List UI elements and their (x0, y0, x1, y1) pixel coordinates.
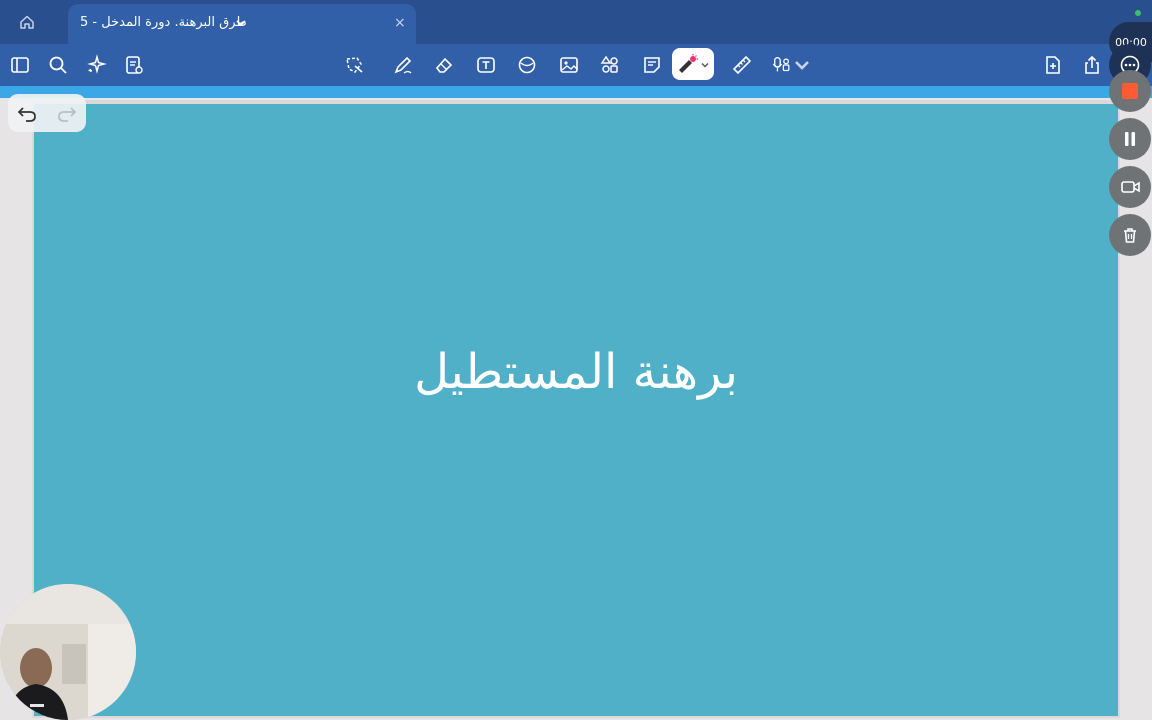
undo-icon[interactable] (16, 103, 38, 125)
add-page-icon (1046, 56, 1060, 74)
home-button[interactable] (14, 9, 40, 35)
notes-settings-button[interactable] (122, 53, 146, 77)
share-button[interactable] (1080, 53, 1104, 77)
laser-pointer-tool[interactable] (672, 48, 714, 80)
audio-record-tool[interactable] (772, 53, 812, 77)
text-box-icon (477, 57, 495, 73)
notes-settings-icon (126, 56, 143, 74)
share-icon (1085, 55, 1099, 74)
elements-tool[interactable] (598, 53, 622, 77)
shape-icon (518, 56, 536, 74)
pause-icon (1125, 132, 1135, 146)
eraser-icon (435, 57, 453, 73)
slide-page[interactable]: برهنة المستطيل (34, 104, 1118, 716)
page-progress-bar (0, 86, 1152, 98)
ai-sparkle-icon (87, 54, 107, 74)
toolbar (0, 44, 1152, 86)
camera-toggle-button[interactable] (1109, 166, 1151, 208)
stop-recording-button[interactable] (1109, 70, 1151, 112)
presenter-video (0, 584, 136, 720)
search-button[interactable] (46, 53, 70, 77)
tab-bar: طرق البرهنة. دورة المدخل - 5 × (0, 0, 1152, 44)
slide-title: برهنة المستطيل (414, 344, 738, 400)
chevron-down-icon[interactable] (234, 16, 248, 30)
lasso-tool[interactable] (342, 53, 366, 77)
laser-pointer-icon (679, 54, 698, 73)
sticky-note-icon (644, 57, 660, 73)
elements-icon (600, 55, 618, 73)
webcam-overlay[interactable] (0, 584, 136, 720)
recording-indicator (1135, 10, 1141, 16)
camera-icon (1121, 181, 1140, 193)
chevron-down-icon[interactable] (700, 60, 710, 70)
pen-icon (394, 56, 412, 74)
text-tool[interactable] (474, 53, 498, 77)
ai-button[interactable] (84, 53, 108, 77)
chevron-down-icon[interactable] (792, 54, 812, 76)
undo-redo-panel (8, 94, 86, 132)
image-icon (560, 57, 578, 73)
pen-tool[interactable] (391, 53, 415, 77)
stop-icon (1122, 83, 1138, 99)
image-tool[interactable] (557, 53, 581, 77)
pause-recording-button[interactable] (1109, 118, 1151, 160)
search-icon (49, 56, 67, 74)
ruler-icon (732, 55, 752, 75)
audio-record-icon (772, 57, 790, 72)
delete-recording-button[interactable] (1109, 214, 1151, 256)
document-tab[interactable]: طرق البرهنة. دورة المدخل - 5 × (68, 4, 416, 44)
shape-tool[interactable] (515, 53, 539, 77)
sidebar-icon (11, 57, 29, 73)
add-page-button[interactable] (1041, 53, 1065, 77)
redo-icon[interactable] (56, 103, 78, 125)
close-tab-icon[interactable]: × (394, 15, 406, 31)
ruler-tool[interactable] (730, 53, 754, 77)
sidebar-toggle-button[interactable] (8, 53, 32, 77)
trash-icon (1124, 228, 1136, 243)
eraser-tool[interactable] (432, 53, 456, 77)
lasso-icon (346, 57, 363, 73)
tab-title: طرق البرهنة. دورة المدخل - 5 (80, 15, 247, 30)
home-icon (20, 15, 34, 29)
sticky-note-tool[interactable] (640, 53, 664, 77)
